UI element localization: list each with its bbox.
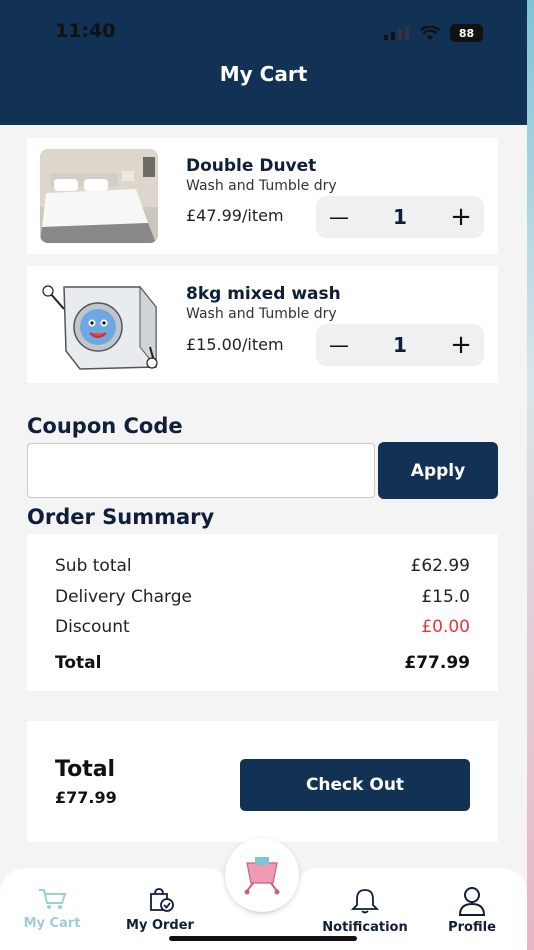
header: 11:40 88 My Cart <box>0 0 527 125</box>
delivery-charge-label: Delivery Charge <box>55 587 192 607</box>
washing-machine-mascot <box>40 277 158 371</box>
plus-icon: + <box>450 330 472 360</box>
total-value: £77.99 <box>404 653 470 673</box>
quantity-value: 1 <box>393 333 407 357</box>
minus-icon: — <box>329 333 349 357</box>
discount-label: Discount <box>55 617 130 637</box>
nav-my-cart[interactable]: My Cart <box>22 888 82 931</box>
item-price: £47.99/item <box>186 206 284 225</box>
increase-button[interactable]: + <box>440 196 482 238</box>
status-icons: 88 <box>384 24 483 42</box>
page-title: My Cart <box>219 62 308 86</box>
nav-profile[interactable]: Profile <box>444 886 500 935</box>
order-summary-card: Sub total £62.99 Delivery Charge £15.0 D… <box>27 534 498 691</box>
checkout-button[interactable]: Check Out <box>240 759 470 811</box>
signal-icon <box>384 26 409 40</box>
discount-value: £0.00 <box>421 617 470 637</box>
quantity-value: 1 <box>393 205 407 229</box>
quantity-stepper: — 1 + <box>316 324 484 366</box>
cart-item: Double Duvet Wash and Tumble dry £47.99/… <box>27 138 498 254</box>
user-icon <box>458 887 486 916</box>
apply-button[interactable]: Apply <box>378 442 498 499</box>
bell-icon <box>350 889 380 914</box>
discount-row: Discount £0.00 <box>55 617 470 637</box>
nav-label: Profile <box>448 920 496 935</box>
subtotal-label: Sub total <box>55 556 132 576</box>
minus-icon: — <box>329 205 349 229</box>
cart-item: 8kg mixed wash Wash and Tumble dry £15.0… <box>27 266 498 383</box>
checkout-total-value: £77.99 <box>55 788 117 807</box>
cart-icon <box>39 889 67 909</box>
item-service: Wash and Tumble dry <box>186 178 337 194</box>
subtotal-value: £62.99 <box>410 556 470 576</box>
nav-label: My Cart <box>23 916 81 931</box>
nav-my-order[interactable]: My Order <box>124 888 196 933</box>
status-time: 11:40 <box>55 20 116 42</box>
total-row: Total £77.99 <box>55 653 470 673</box>
checkout-card: Total £77.99 Check Out <box>27 721 498 842</box>
checkout-total-label: Total <box>55 757 116 782</box>
decrease-button[interactable]: — <box>318 324 360 366</box>
item-name: Double Duvet <box>186 156 317 176</box>
coupon-input[interactable] <box>27 443 375 498</box>
battery-icon: 88 <box>450 24 483 42</box>
item-price: £15.00/item <box>186 335 284 354</box>
nav-notification[interactable]: Notification <box>320 888 410 935</box>
nav-label: Notification <box>322 920 408 935</box>
home-indicator <box>169 936 357 941</box>
quantity-stepper: — 1 + <box>316 196 484 238</box>
delivery-charge-row: Delivery Charge £15.0 <box>55 587 470 607</box>
coupon-title: Coupon Code <box>27 414 183 438</box>
delivery-charge-value: £15.0 <box>421 587 470 607</box>
item-service: Wash and Tumble dry <box>186 306 337 322</box>
nav-label: My Order <box>126 918 194 933</box>
laundry-basket-icon <box>244 857 280 895</box>
screen-edge <box>527 0 534 950</box>
center-cart-button[interactable] <box>225 838 299 912</box>
total-label: Total <box>55 653 102 673</box>
plus-icon: + <box>450 202 472 232</box>
item-name: 8kg mixed wash <box>186 284 341 304</box>
subtotal-row: Sub total £62.99 <box>55 556 470 576</box>
bedroom-photo <box>40 149 158 243</box>
increase-button[interactable]: + <box>440 324 482 366</box>
order-summary-title: Order Summary <box>27 505 215 529</box>
order-bag-icon <box>150 888 174 912</box>
decrease-button[interactable]: — <box>318 196 360 238</box>
wifi-icon <box>420 25 440 40</box>
